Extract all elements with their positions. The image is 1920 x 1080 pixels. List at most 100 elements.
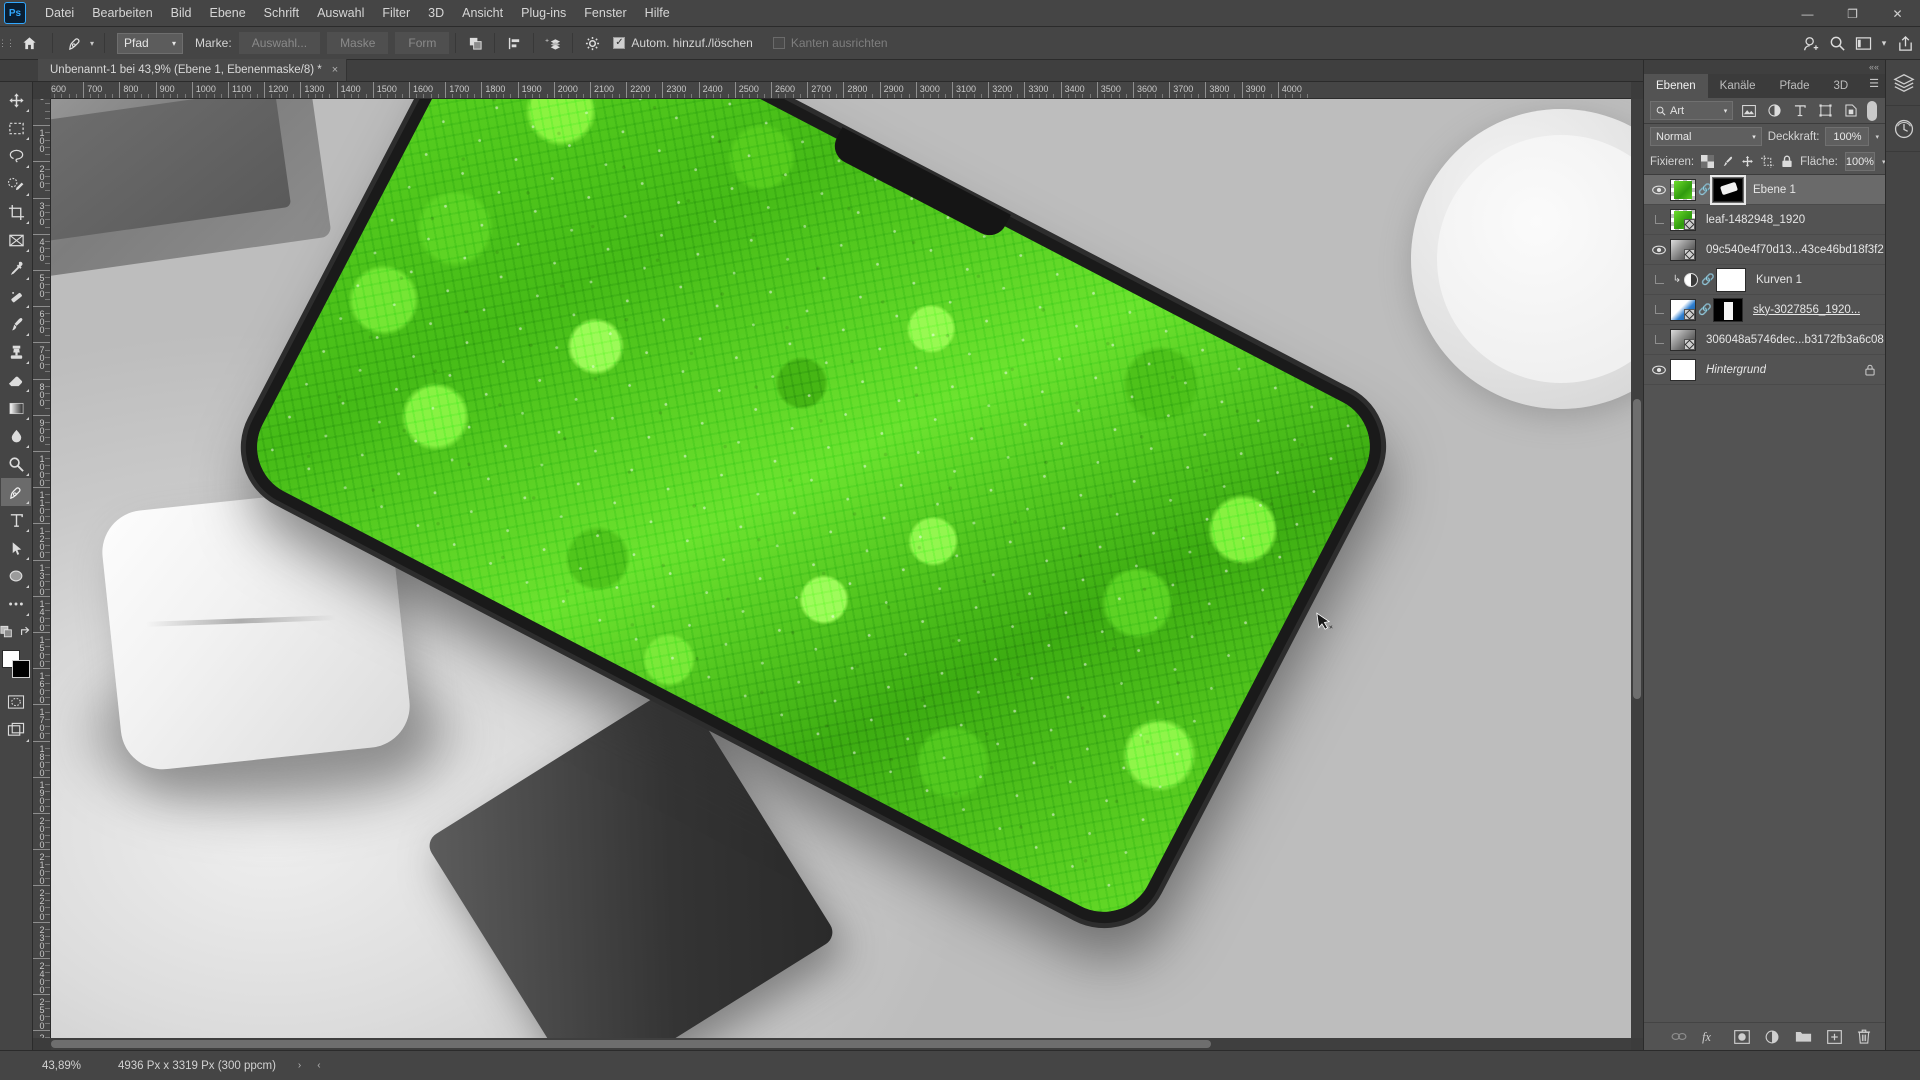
new-group-icon[interactable]	[1795, 1030, 1812, 1043]
background-color-swatch[interactable]	[12, 660, 30, 678]
path-selection-tool[interactable]	[1, 534, 31, 562]
options-bar-grip[interactable]: ⋮⋮	[0, 27, 15, 60]
layer-row[interactable]: 🔗 sky-3027856_1920...	[1644, 295, 1885, 325]
layers-dock-icon[interactable]	[1886, 60, 1920, 106]
document-tab[interactable]: Unbenannt-1 bei 43,9% (Ebene 1, Ebenenma…	[38, 59, 348, 81]
layer-row[interactable]: ↳ 🔗 Kurven 1	[1644, 265, 1885, 295]
history-dock-icon[interactable]	[1886, 106, 1920, 152]
panel-collapse-bar[interactable]: ««	[1644, 60, 1885, 74]
minimize-button[interactable]: —	[1785, 0, 1830, 27]
more-tools[interactable]	[1, 590, 31, 618]
lock-transparency-icon[interactable]	[1701, 153, 1715, 170]
layer-name[interactable]: leaf-1482948_1920	[1706, 214, 1805, 226]
lock-position-icon[interactable]	[1741, 153, 1754, 170]
panel-tab-pfade[interactable]: Pfade	[1767, 74, 1821, 98]
smartobject-filter-icon[interactable]	[1842, 101, 1862, 121]
quick-selection-tool[interactable]	[1, 170, 31, 198]
document-canvas[interactable]: ×	[51, 99, 1631, 1038]
vertical-scrollbar[interactable]	[1631, 99, 1643, 1038]
gradient-tool[interactable]	[1, 394, 31, 422]
layer-thumbnail[interactable]	[1670, 238, 1696, 261]
close-button[interactable]: ✕	[1875, 0, 1920, 27]
type-tool[interactable]	[1, 506, 31, 534]
layer-thumbnail[interactable]	[1670, 328, 1696, 351]
shape-button[interactable]: Form	[395, 32, 450, 54]
fill-value[interactable]: 100%	[1844, 152, 1875, 171]
link-thumbnails-icon[interactable]: 🔗	[1701, 273, 1715, 286]
menu-plug-ins[interactable]: Plug-ins	[512, 2, 575, 24]
menu-auswahl[interactable]: Auswahl	[308, 2, 373, 24]
layer-name[interactable]: Hintergrund	[1706, 364, 1766, 376]
screen-mode-icon[interactable]	[1, 716, 31, 744]
type-filter-icon[interactable]	[1790, 101, 1810, 121]
menu-fenster[interactable]: Fenster	[575, 2, 635, 24]
zoom-level[interactable]: 43,89%	[42, 1060, 104, 1072]
gear-icon[interactable]	[579, 30, 605, 56]
layer-thumbnail[interactable]	[1670, 358, 1696, 381]
menu-ansicht[interactable]: Ansicht	[453, 2, 512, 24]
lock-all-icon[interactable]	[1781, 153, 1793, 170]
opacity-value[interactable]: 100%	[1825, 127, 1870, 146]
path-align-icon[interactable]	[501, 30, 527, 56]
menu-bearbeiten[interactable]: Bearbeiten	[83, 2, 161, 24]
layer-row[interactable]: Hintergrund	[1644, 355, 1885, 385]
pen-tool[interactable]	[1, 478, 31, 506]
next-arrow-icon[interactable]: ›	[298, 1060, 301, 1071]
link-layers-icon[interactable]	[1671, 1031, 1687, 1042]
layer-name[interactable]: 306048a5746dec...b3172fb3a6c08	[1706, 334, 1884, 346]
link-thumbnails-icon[interactable]: 🔗	[1698, 183, 1712, 196]
panel-menu-icon[interactable]: ☰	[1869, 79, 1879, 90]
selection-button[interactable]: Auswahl...	[238, 32, 321, 54]
spot-healing-brush-tool[interactable]	[1, 282, 31, 310]
path-operations-icon[interactable]	[462, 30, 488, 56]
workspace-layout-icon[interactable]	[1850, 31, 1876, 57]
ellipse-tool[interactable]	[1, 562, 31, 590]
layer-visibility-icon[interactable]	[1648, 365, 1670, 375]
adjustment-layer-icon[interactable]	[1765, 1030, 1780, 1044]
menu-datei[interactable]: Datei	[36, 2, 83, 24]
eraser-tool[interactable]	[1, 366, 31, 394]
menu-filter[interactable]: Filter	[373, 2, 419, 24]
frame-tool[interactable]	[1, 226, 31, 254]
share-icon[interactable]	[1892, 31, 1918, 57]
add-user-icon[interactable]	[1798, 31, 1824, 57]
horizontal-scrollbar-thumb[interactable]	[51, 1040, 1211, 1048]
layer-row[interactable]: 🔗 Ebene 1	[1644, 175, 1885, 205]
lasso-tool[interactable]	[1, 142, 31, 170]
layer-name[interactable]: 09c540e4f70d13...43ce46bd18f3f2	[1706, 244, 1884, 256]
layer-mask-thumbnail[interactable]	[1710, 175, 1746, 205]
crop-tool[interactable]	[1, 198, 31, 226]
lock-image-icon[interactable]	[1721, 153, 1734, 170]
horizontal-scrollbar[interactable]	[51, 1038, 1631, 1050]
search-icon[interactable]	[1824, 31, 1850, 57]
layer-row[interactable]: leaf-1482948_1920	[1644, 205, 1885, 235]
horizontal-ruler[interactable]: 600 700 800 900 1000 1100 1200 1300 1400 1500 1600…	[51, 82, 1631, 99]
quick-mask-icon[interactable]	[1, 688, 31, 716]
layer-row[interactable]: 09c540e4f70d13...43ce46bd18f3f2	[1644, 235, 1885, 265]
adjustment-filter-icon[interactable]	[1765, 101, 1785, 121]
layer-visibility-icon[interactable]	[1648, 215, 1670, 224]
layer-visibility-icon[interactable]	[1648, 185, 1670, 195]
layer-thumbnail[interactable]	[1670, 178, 1696, 201]
layer-filter-toggle[interactable]	[1867, 100, 1878, 121]
move-tool[interactable]	[1, 86, 31, 114]
menu-bild[interactable]: Bild	[162, 2, 201, 24]
clone-stamp-tool[interactable]	[1, 338, 31, 366]
lock-artboard-icon[interactable]	[1761, 153, 1775, 170]
layer-visibility-icon[interactable]	[1648, 245, 1670, 255]
panel-tab-kanäle[interactable]: Kanäle	[1708, 74, 1768, 98]
panel-tab-ebenen[interactable]: Ebenen	[1644, 74, 1708, 98]
home-icon[interactable]	[12, 27, 46, 60]
new-layer-icon[interactable]	[1827, 1029, 1842, 1044]
layer-mask-thumbnail[interactable]	[1713, 297, 1743, 322]
add-mask-icon[interactable]	[1734, 1029, 1750, 1044]
workspace-caret-icon[interactable]: ▾	[1876, 31, 1892, 57]
color-swatches[interactable]	[1, 650, 31, 680]
blend-mode-select[interactable]: Normal ▾	[1650, 127, 1762, 146]
eyedropper-tool[interactable]	[1, 254, 31, 282]
menu-ebene[interactable]: Ebene	[201, 2, 255, 24]
path-arrange-icon[interactable]: +	[540, 30, 566, 56]
layer-filter-kind-select[interactable]: Art ▾	[1650, 101, 1734, 120]
layer-visibility-icon[interactable]	[1648, 275, 1670, 284]
layer-visibility-icon[interactable]	[1648, 335, 1670, 344]
